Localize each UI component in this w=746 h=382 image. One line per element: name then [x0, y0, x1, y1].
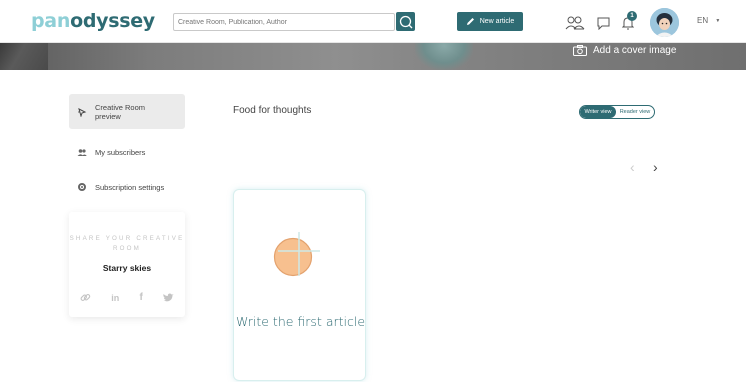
write-first-article-card[interactable]: Write the first article: [233, 189, 366, 381]
users-icon: [77, 148, 87, 156]
share-links-row: in f: [80, 292, 174, 303]
sidebar-item-label: Creative Room preview: [95, 102, 146, 121]
writer-view-toggle-option[interactable]: Writer view: [580, 106, 616, 118]
search-icon: [399, 15, 412, 28]
caret-down-icon: ▼: [715, 18, 721, 24]
view-toggle: Writer view Reader view: [579, 105, 655, 119]
carousel-next-arrow-icon[interactable]: ›: [653, 159, 658, 175]
sidebar-item-creative-room-preview[interactable]: Creative Room preview: [69, 94, 185, 129]
section-title: Food for thoughts: [233, 105, 312, 116]
add-article-plus-icon: [273, 232, 320, 277]
logo-part-pan: pan: [31, 10, 71, 32]
write-first-article-label: Write the first article: [235, 314, 366, 329]
sidebar-item-my-subscribers[interactable]: My subscribers: [69, 144, 185, 160]
add-cover-image-button[interactable]: Add a cover image: [573, 45, 676, 56]
pencil-icon: [466, 18, 474, 25]
new-article-label: New article: [479, 18, 515, 25]
search-input[interactable]: [173, 13, 395, 31]
link-icon[interactable]: [80, 292, 91, 303]
camera-icon: [573, 45, 587, 56]
carousel-prev-arrow-icon[interactable]: ‹: [630, 159, 635, 175]
cover-leaf-decoration: [0, 43, 48, 70]
logo-part-odyssey: odyssey: [70, 10, 155, 32]
community-icon[interactable]: [565, 15, 585, 31]
pointer-icon: [78, 107, 87, 117]
user-avatar[interactable]: [650, 8, 679, 37]
panodyssey-logo[interactable]: panodyssey: [31, 10, 155, 32]
avatar-illustration-icon: [650, 8, 679, 37]
add-cover-label: Add a cover image: [593, 45, 677, 56]
linkedin-icon[interactable]: in: [111, 293, 119, 303]
notification-badge: 1: [627, 11, 637, 21]
gear-icon: [78, 183, 86, 191]
cover-plant-decoration: [415, 43, 473, 70]
new-article-button[interactable]: New article: [457, 12, 523, 31]
sidebar-item-label: My subscribers: [95, 147, 146, 157]
sidebar-item-subscription-settings[interactable]: Subscription settings: [69, 179, 185, 195]
share-creative-room-card: SHARE YOUR CREATIVE ROOM Starry skies in…: [69, 212, 185, 317]
twitter-icon[interactable]: [163, 293, 174, 302]
language-selector[interactable]: EN ▼: [697, 16, 720, 25]
share-card-title: SHARE YOUR CREATIVE ROOM: [69, 235, 185, 252]
facebook-icon[interactable]: f: [139, 292, 142, 303]
creative-room-name: Starry skies: [102, 263, 152, 273]
sidebar-item-label: Subscription settings: [95, 182, 165, 192]
top-navigation-bar: panodyssey New article 1: [0, 0, 746, 43]
language-code: EN: [697, 16, 709, 25]
search-button[interactable]: [396, 12, 415, 31]
messages-icon[interactable]: [597, 17, 610, 30]
reader-view-toggle-option[interactable]: Reader view: [616, 106, 654, 118]
